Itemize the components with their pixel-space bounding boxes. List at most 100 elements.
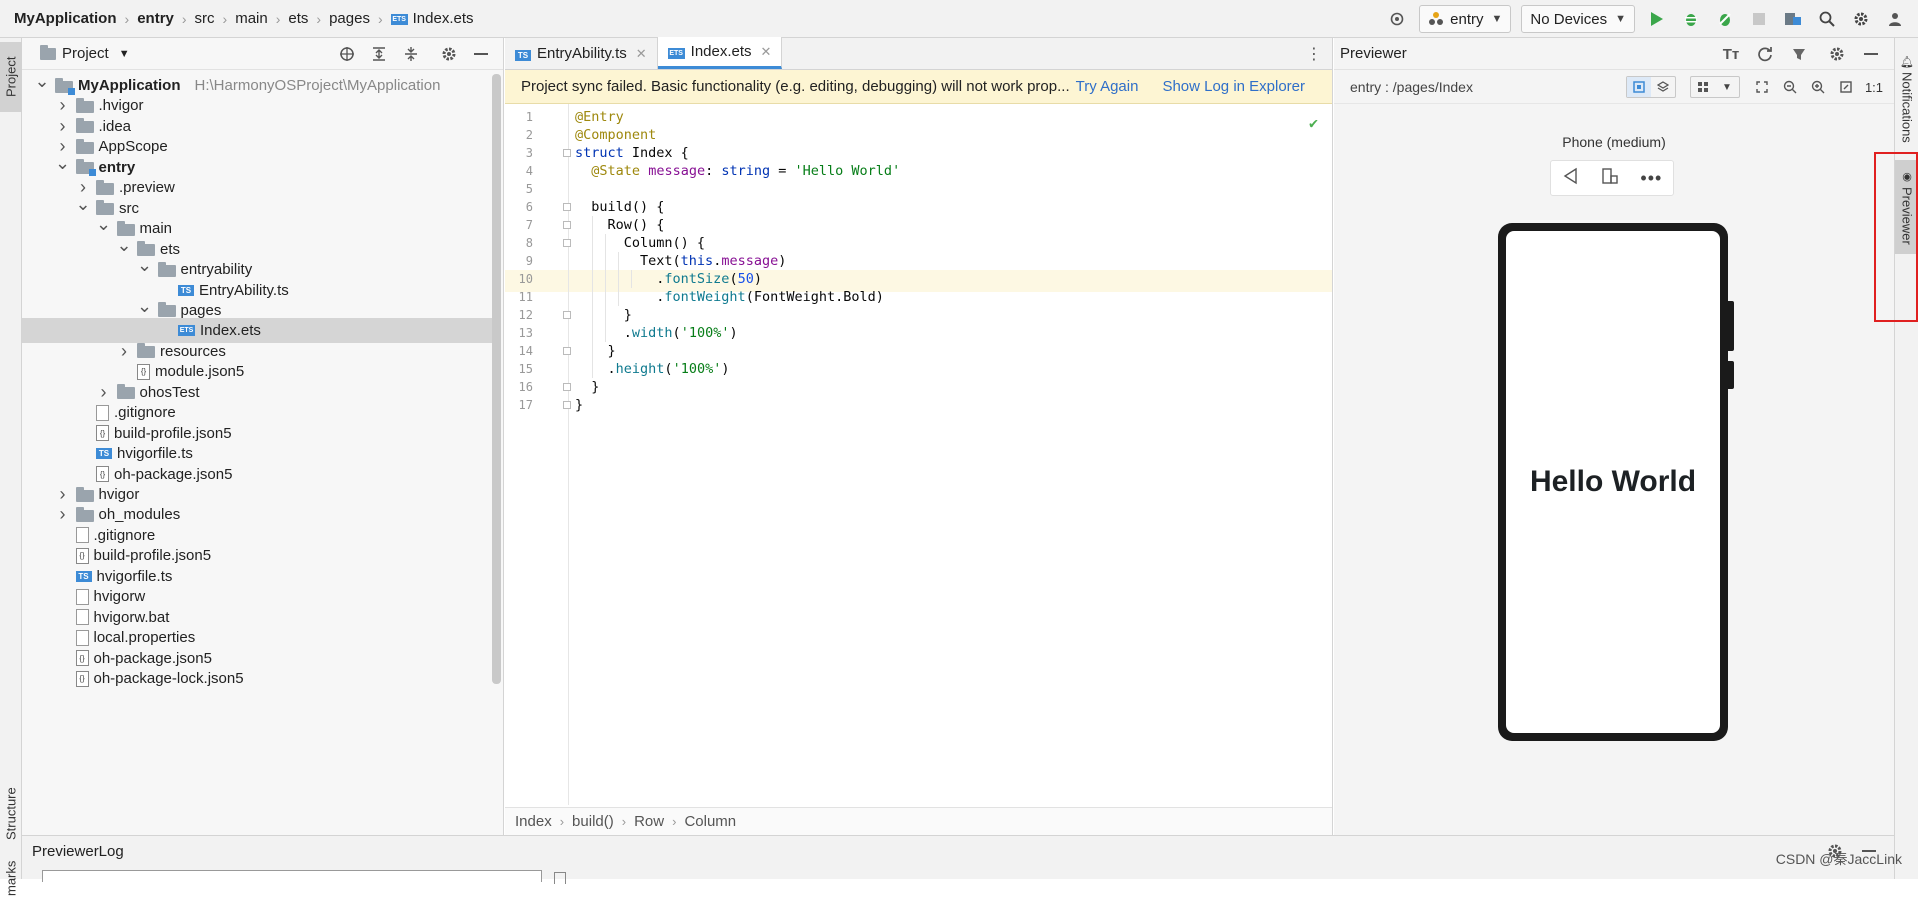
preview-page-path: entry : /pages/Index <box>1350 79 1473 95</box>
stop-icon[interactable] <box>1744 4 1774 34</box>
chevron-down-icon[interactable]: ⌄ <box>137 255 153 276</box>
fold-marker-icon[interactable] <box>563 239 571 247</box>
target-icon[interactable] <box>1382 4 1412 34</box>
tree-item-label: oh-package.json5 <box>94 650 212 667</box>
folder-icon <box>158 265 176 277</box>
profiler-icon[interactable] <box>1710 4 1740 34</box>
chevron-down-icon[interactable]: ▼ <box>119 48 130 60</box>
device-select[interactable]: No Devices ▼ <box>1521 5 1635 33</box>
fold-marker-icon[interactable] <box>563 221 571 229</box>
back-icon[interactable] <box>1562 167 1580 189</box>
fold-marker-icon[interactable] <box>563 383 571 391</box>
search-icon[interactable] <box>1812 4 1842 34</box>
expand-all-icon[interactable] <box>365 39 393 69</box>
folder-icon <box>117 387 135 399</box>
breadcrumb-ets[interactable]: ets <box>288 10 308 27</box>
close-icon[interactable]: ✕ <box>761 44 772 60</box>
settings-gear-icon[interactable] <box>1846 4 1876 34</box>
preview-hello-text[interactable]: Hello World <box>1530 465 1696 499</box>
preview-mode-toggle[interactable] <box>1626 76 1676 98</box>
file-icon <box>96 405 109 421</box>
project-panel: Project ▼ ⌄MyApplicationH:\HarmonyOSProj… <box>22 38 504 835</box>
one-to-one-button[interactable]: 1:1 <box>1862 72 1886 102</box>
structure-tool-tab[interactable]: Structure <box>0 773 22 855</box>
code-breadcrumb-item[interactable]: Column <box>684 813 736 830</box>
chevron-down-icon[interactable]: ▼ <box>1715 77 1739 97</box>
phone-screen[interactable]: Hello World <box>1506 231 1720 733</box>
notifications-tool-tab[interactable]: 🔔︎ Notifications <box>1895 44 1918 152</box>
zoom-in-icon[interactable] <box>1806 72 1830 102</box>
code-breadcrumb-item[interactable]: Row <box>634 813 664 830</box>
breadcrumb-module[interactable]: entry <box>137 10 174 27</box>
code-line[interactable]: @State message: string = 'Hello World' <box>575 160 900 182</box>
settings-gear-icon[interactable] <box>1822 39 1852 69</box>
chevron-down-icon[interactable]: ⌄ <box>34 71 50 92</box>
fold-marker-icon[interactable] <box>563 311 571 319</box>
debug-icon[interactable] <box>1676 4 1706 34</box>
hide-panel-icon[interactable] <box>467 39 495 69</box>
chevron-down-icon[interactable]: ⌄ <box>75 194 91 215</box>
rotate-icon[interactable] <box>1601 167 1619 189</box>
component-mode-icon[interactable] <box>1651 77 1675 97</box>
fold-marker-icon[interactable] <box>563 401 571 409</box>
module-select[interactable]: entry ▼ <box>1419 5 1511 33</box>
tree-item-label: oh_modules <box>99 506 181 523</box>
actual-size-icon[interactable] <box>1834 72 1858 102</box>
breadcrumb-src[interactable]: src <box>195 10 215 27</box>
tree-item-label: .gitignore <box>94 527 156 544</box>
try-again-link[interactable]: Try Again <box>1076 78 1139 95</box>
fit-screen-icon[interactable] <box>1750 72 1774 102</box>
collapse-all-icon[interactable] <box>397 39 425 69</box>
bookmarks-tool-tab[interactable]: marks <box>0 858 22 898</box>
page-mode-icon[interactable] <box>1627 77 1651 97</box>
tab-index-ets[interactable]: ETS Index.ets ✕ <box>658 37 783 69</box>
settings-gear-icon[interactable] <box>435 39 463 69</box>
inspection-ok-icon[interactable]: ✔ <box>1309 114 1318 132</box>
fold-marker-icon[interactable] <box>563 347 571 355</box>
chevron-down-icon[interactable]: ⌄ <box>55 153 71 174</box>
project-tool-tab[interactable]: Project <box>0 42 22 112</box>
zoom-out-icon[interactable] <box>1778 72 1802 102</box>
fold-marker-icon[interactable] <box>563 149 571 157</box>
tree-item-label: MyApplication <box>78 77 181 94</box>
tab-label: EntryAbility.ts <box>537 45 627 62</box>
fold-marker-icon[interactable] <box>563 203 571 211</box>
hide-panel-icon[interactable] <box>1856 39 1886 69</box>
close-icon[interactable]: ✕ <box>636 46 647 62</box>
chevron-down-icon: ▼ <box>1615 13 1626 25</box>
breadcrumb-project[interactable]: MyApplication <box>14 10 117 27</box>
run-icon[interactable] <box>1642 4 1672 34</box>
show-log-link[interactable]: Show Log in Explorer <box>1162 78 1305 95</box>
project-scrollbar[interactable] <box>492 74 501 684</box>
multi-device-toggle[interactable]: ▼ <box>1690 76 1740 98</box>
breadcrumb-main[interactable]: main <box>235 10 268 27</box>
log-filter-checkbox[interactable] <box>554 872 566 884</box>
more-horizontal-icon[interactable]: ••• <box>1640 168 1662 189</box>
more-vertical-icon[interactable]: ⋮ <box>1306 44 1322 64</box>
locate-file-icon[interactable] <box>333 39 361 69</box>
refresh-icon[interactable] <box>1750 39 1780 69</box>
font-size-icon[interactable]: Tт <box>1716 39 1746 69</box>
account-icon[interactable] <box>1880 4 1910 34</box>
log-search-input[interactable] <box>42 870 542 882</box>
chevron-down-icon[interactable]: ⌄ <box>96 214 112 235</box>
phone-frame: Hello World <box>1498 223 1728 741</box>
code-line[interactable]: } <box>575 394 583 416</box>
code-area[interactable]: 1234567891011121314151617 ✔ @Entry@Compo… <box>505 104 1332 805</box>
breadcrumb-file[interactable]: Index.ets <box>413 10 474 27</box>
tree-item[interactable]: {}oh-package-lock.json5 <box>22 666 492 691</box>
chevron-down-icon[interactable]: ⌄ <box>137 296 153 317</box>
tab-entryability-ts[interactable]: TS EntryAbility.ts ✕ <box>505 38 658 69</box>
folder-icon <box>158 305 176 317</box>
project-structure-icon[interactable] <box>1778 4 1808 34</box>
grid-icon[interactable] <box>1691 77 1715 97</box>
code-breadcrumb-item[interactable]: Index <box>515 813 552 830</box>
project-panel-title[interactable]: Project <box>62 45 109 62</box>
breadcrumb-pages[interactable]: pages <box>329 10 370 27</box>
code-breadcrumb-item[interactable]: build() <box>572 813 614 830</box>
chevron-down-icon: ▼ <box>1492 13 1503 25</box>
inspector-icon[interactable] <box>1784 39 1814 69</box>
tree-item-label: resources <box>160 343 226 360</box>
chevron-down-icon[interactable]: ⌄ <box>116 235 132 256</box>
tree-item-label: build-profile.json5 <box>114 425 232 442</box>
